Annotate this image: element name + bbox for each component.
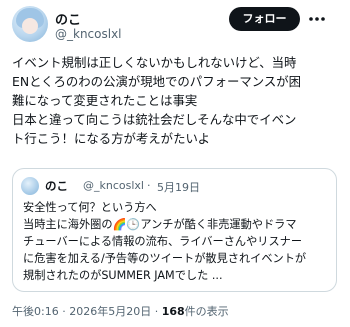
follow-button[interactable]: フォロー bbox=[229, 7, 300, 31]
quoted-date[interactable]: 5月19日 bbox=[157, 179, 200, 195]
avatar-face bbox=[22, 18, 38, 34]
quoted-author-name: のこ bbox=[45, 179, 68, 193]
author-handle[interactable]: @_kncoslxl bbox=[55, 27, 122, 41]
more-icon[interactable] bbox=[306, 10, 328, 28]
view-count-label: 件の表示 bbox=[184, 305, 229, 318]
meta-separator: · bbox=[154, 305, 159, 318]
author-avatar[interactable] bbox=[12, 6, 48, 42]
post-meta: 午後0:16 · 2026年5月20日 · 168件の表示 bbox=[12, 303, 229, 319]
meta-separator: · bbox=[62, 305, 66, 318]
post-date[interactable]: 2026年5月20日 bbox=[69, 305, 151, 318]
quoted-author-avatar bbox=[21, 177, 39, 195]
post-body-text: イベント規制は正しくないかもしれないけど、当時 ENとくろのわの公演が現地でのパ… bbox=[12, 55, 302, 146]
quoted-separator: · bbox=[147, 179, 151, 192]
post-time[interactable]: 午後0:16 bbox=[12, 305, 59, 318]
author-name[interactable]: のこ bbox=[55, 9, 81, 28]
view-count[interactable]: 168 bbox=[162, 305, 185, 318]
quoted-post-text: 安全性って何？という方へ 当時主に海外圏の🌈🕒アンチが酷く非売運動やドラマ チュ… bbox=[23, 201, 307, 282]
quoted-post[interactable]: のこ @_kncoslxl · 5月19日 安全性って何？という方へ 当時主に海… bbox=[12, 168, 337, 292]
quoted-author-handle: @_kncoslxl bbox=[83, 179, 144, 192]
